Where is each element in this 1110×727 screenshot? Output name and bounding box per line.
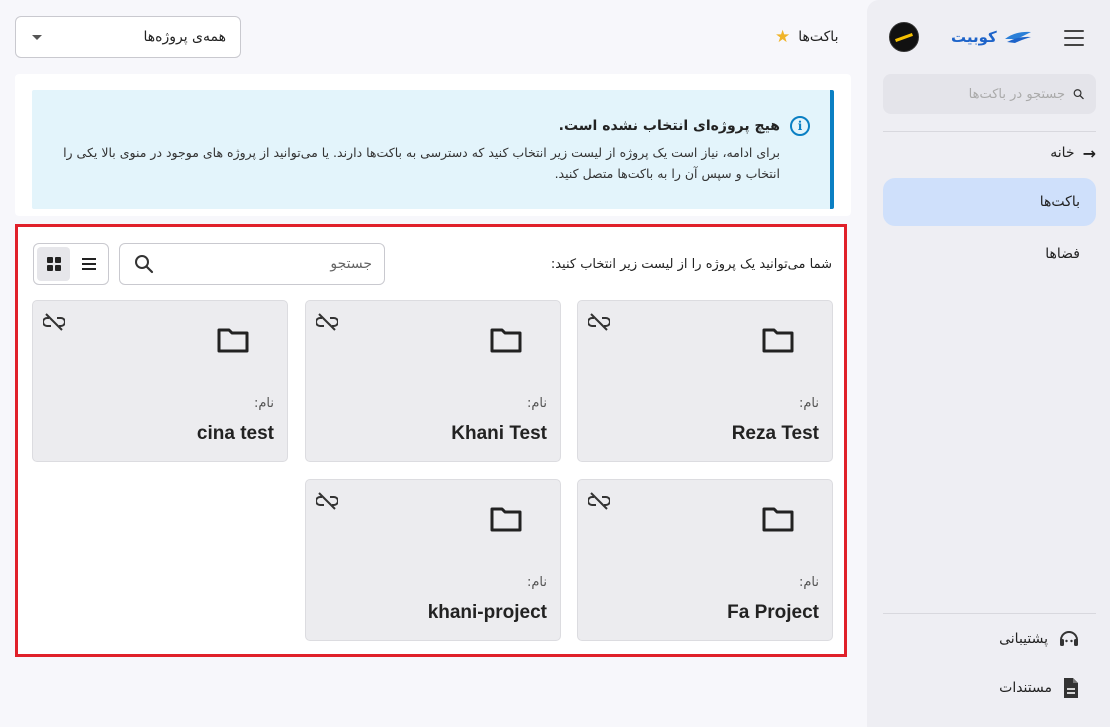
sidebar-divider — [883, 613, 1096, 614]
alert-title: هیچ پروژه‌ای انتخاب نشده است. — [558, 118, 780, 134]
project-card[interactable]: نام: Reza Test — [577, 300, 833, 462]
panel-label: شما می‌توانید یک پروژه را از لیست زیر ان… — [550, 257, 832, 272]
document-icon — [1064, 678, 1078, 698]
sidebar-item-home[interactable]: → خانه — [883, 140, 1096, 166]
folder-icon — [762, 507, 794, 532]
sidebar-item-label: فضاها — [1045, 246, 1080, 262]
sidebar: کوبیت → خانه باکت‌ها فضاها پشتیبانی — [867, 0, 1110, 727]
link-off-icon — [588, 313, 610, 331]
name-label: نام: — [798, 396, 819, 411]
project-selection-panel: شما می‌توانید یک پروژه را از لیست زیر ان… — [15, 224, 847, 657]
project-card[interactable]: نام: cina test — [32, 300, 288, 462]
project-name: cina test — [196, 423, 274, 444]
page-title-text: باکت‌ها — [798, 29, 839, 45]
sidebar-item-support[interactable]: پشتیبانی — [883, 624, 1096, 654]
grid-icon — [46, 257, 61, 271]
brand-logo-icon — [1004, 31, 1031, 43]
sidebar-item-spaces[interactable]: فضاها — [883, 230, 1096, 278]
grid-view-button[interactable] — [37, 247, 70, 281]
brand[interactable]: کوبیت — [951, 24, 1033, 50]
search-icon — [135, 255, 154, 274]
project-name: Reza Test — [731, 423, 819, 444]
view-toggle — [33, 243, 109, 285]
project-search[interactable] — [119, 243, 385, 285]
link-off-icon — [316, 492, 338, 510]
project-name: Fa Project — [727, 602, 819, 623]
project-select[interactable]: همه‌ی پروژه‌ها — [15, 16, 241, 58]
link-off-icon — [316, 313, 338, 331]
project-card[interactable]: نام: khani-project — [305, 479, 561, 641]
project-name: khani-project — [427, 602, 547, 623]
arrow-right-icon: → — [1082, 143, 1096, 163]
sidebar-item-label: پشتیبانی — [999, 631, 1048, 647]
search-icon — [1073, 89, 1084, 100]
sidebar-item-label: مستندات — [999, 680, 1052, 696]
link-off-icon — [588, 492, 610, 510]
project-select-value: همه‌ی پروژه‌ها — [143, 29, 226, 45]
folder-icon — [490, 328, 522, 353]
alert-body: برای ادامه، نیاز است یک پروژه از لیست زی… — [63, 145, 780, 181]
project-card[interactable]: نام: Khani Test — [305, 300, 561, 462]
name-label: نام: — [253, 396, 274, 411]
folder-icon — [490, 507, 522, 532]
sidebar-item-label: خانه — [1050, 145, 1075, 161]
project-search-input[interactable] — [154, 256, 372, 272]
project-name: Khani Test — [451, 423, 547, 444]
sidebar-item-label: باکت‌ها — [1039, 194, 1080, 210]
menu-icon[interactable] — [1062, 28, 1086, 48]
star-icon[interactable]: ★ — [775, 28, 790, 46]
sidebar-item-buckets[interactable]: باکت‌ها — [883, 178, 1096, 226]
name-label: نام: — [526, 396, 547, 411]
folder-icon — [217, 328, 249, 353]
sidebar-search[interactable] — [883, 74, 1096, 114]
sidebar-item-docs[interactable]: مستندات — [883, 673, 1096, 703]
project-card[interactable]: نام: Fa Project — [577, 479, 833, 641]
folder-icon — [762, 328, 794, 353]
list-view-button[interactable] — [72, 247, 105, 281]
avatar[interactable] — [889, 22, 919, 52]
info-alert: i هیچ پروژه‌ای انتخاب نشده است. برای ادا… — [32, 90, 834, 209]
page-title: باکت‌ها ★ — [775, 26, 838, 48]
info-icon: i — [790, 116, 810, 136]
caret-down-icon — [32, 34, 42, 40]
headset-icon — [1060, 631, 1078, 646]
name-label: نام: — [798, 575, 819, 590]
brand-name: کوبیت — [951, 28, 997, 46]
sidebar-divider — [883, 131, 1096, 132]
alert-container: i هیچ پروژه‌ای انتخاب نشده است. برای ادا… — [15, 74, 851, 216]
list-icon — [81, 258, 96, 270]
link-off-icon — [43, 313, 65, 331]
sidebar-search-input[interactable] — [895, 86, 1065, 102]
name-label: نام: — [526, 575, 547, 590]
